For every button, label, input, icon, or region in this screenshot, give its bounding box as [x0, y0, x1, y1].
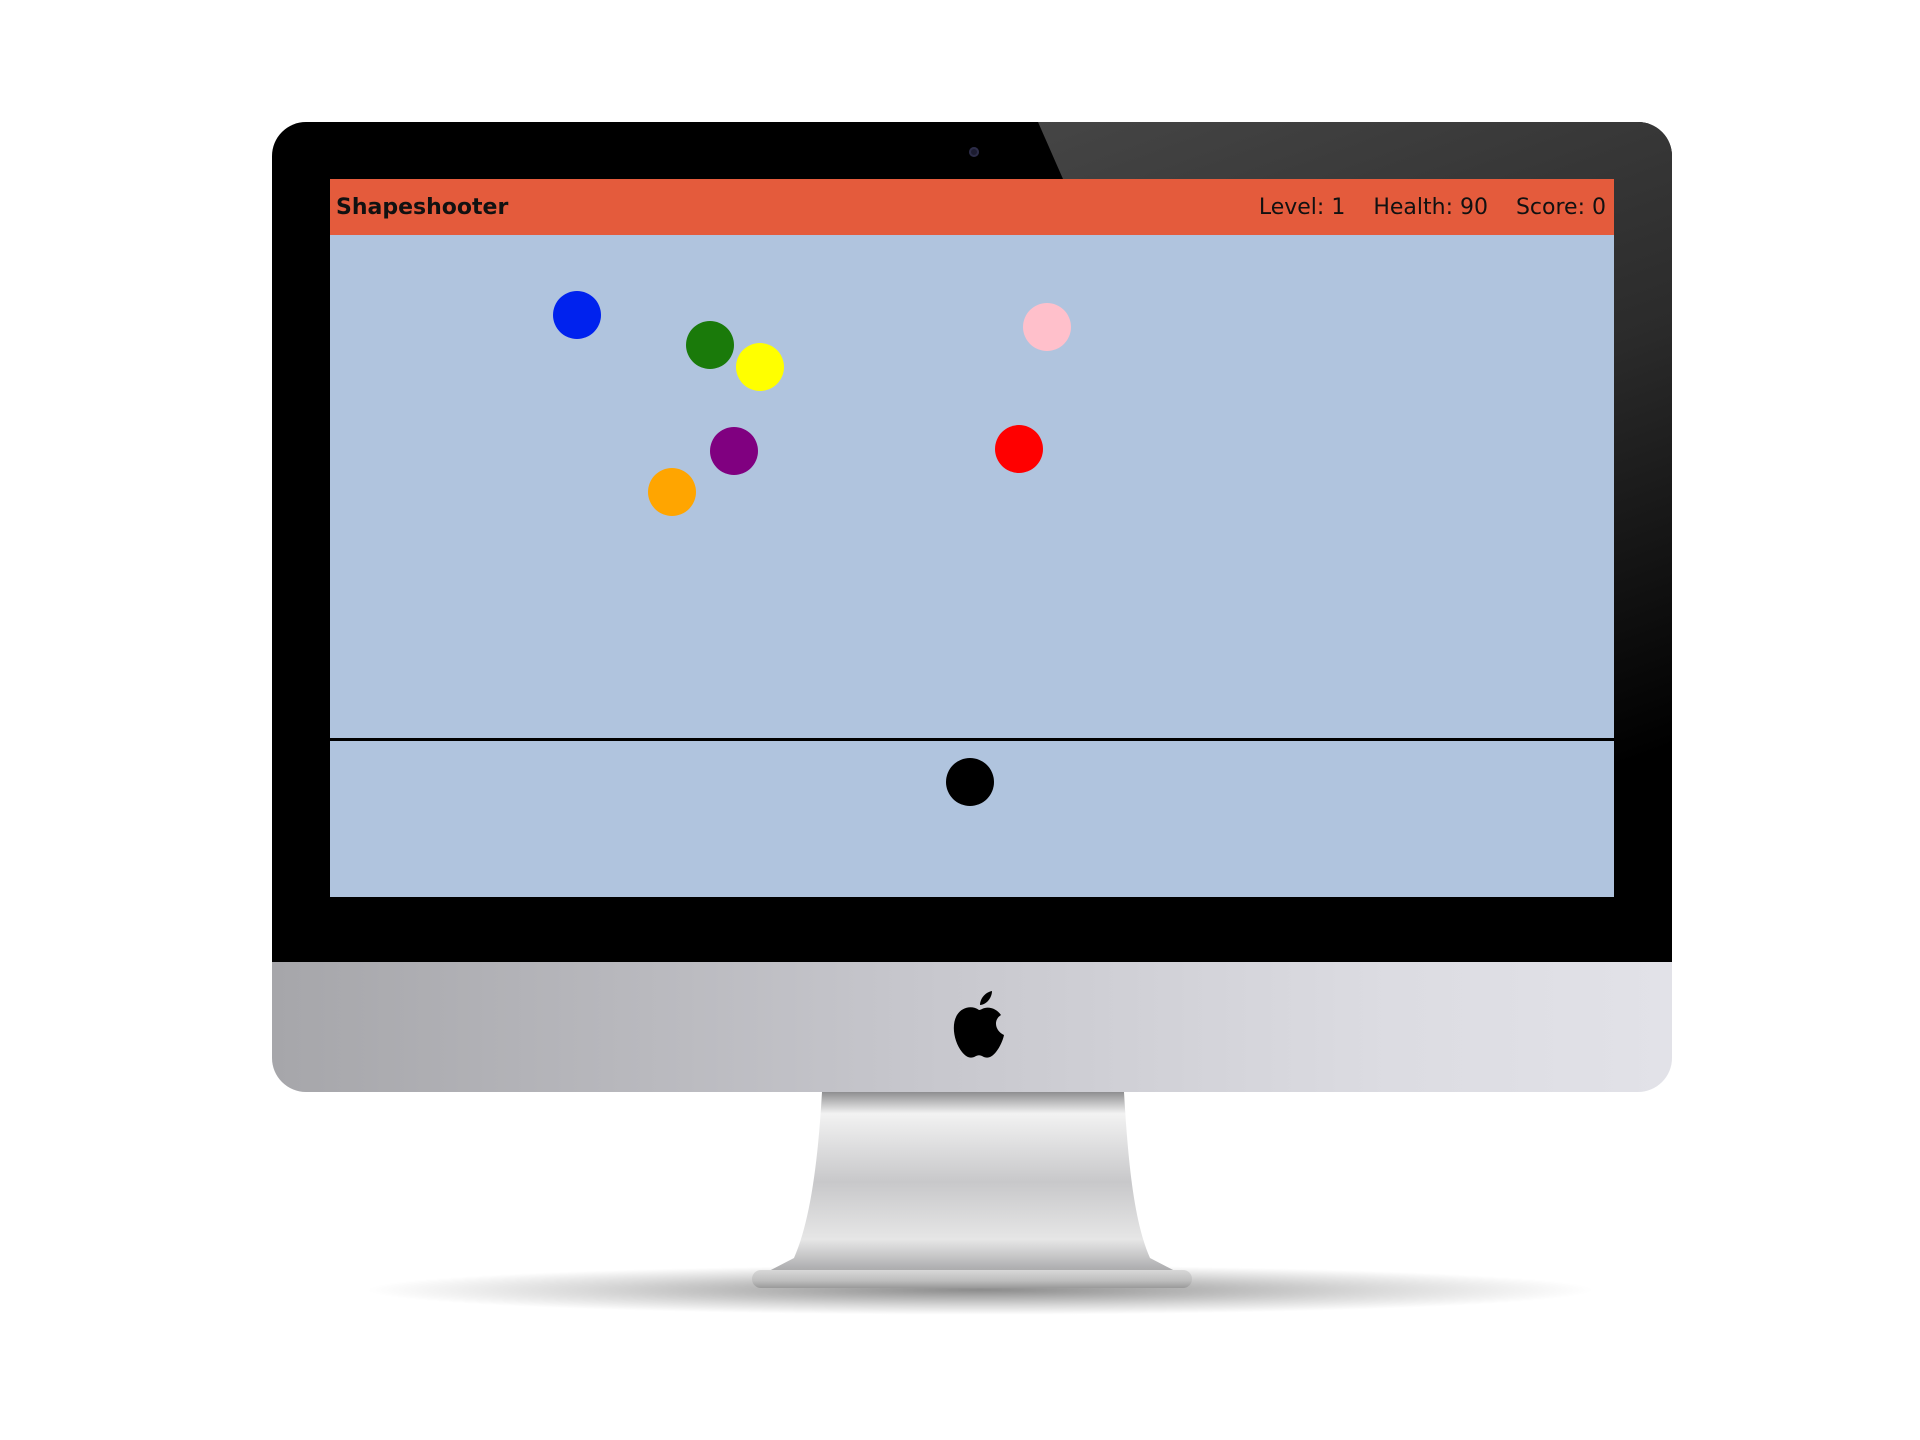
purple-shape[interactable]	[710, 427, 758, 475]
game-screen[interactable]: Shapeshooter Level: 1 Health: 90 Score: …	[330, 179, 1614, 897]
red-shape[interactable]	[995, 425, 1043, 473]
player-shooter[interactable]	[946, 758, 994, 806]
orange-shape[interactable]	[648, 468, 696, 516]
blue-shape[interactable]	[553, 291, 601, 339]
player-zone-divider	[330, 738, 1614, 741]
monitor-stand	[752, 1092, 1192, 1288]
score-indicator: Score: 0	[1515, 194, 1606, 220]
health-indicator: Health: 90	[1373, 194, 1488, 220]
monitor-bezel: Shapeshooter Level: 1 Health: 90 Score: …	[272, 122, 1672, 962]
webcam-icon	[969, 147, 979, 157]
pink-shape[interactable]	[1023, 303, 1071, 351]
game-title: Shapeshooter	[336, 194, 509, 220]
apple-logo-icon	[953, 991, 1004, 1058]
monitor-chin	[272, 962, 1672, 1092]
yellow-shape[interactable]	[736, 343, 784, 391]
green-shape[interactable]	[686, 321, 734, 369]
level-indicator: Level: 1	[1258, 194, 1346, 220]
game-stats: Level: 1 Health: 90 Score: 0	[1259, 195, 1606, 220]
game-header: Shapeshooter Level: 1 Health: 90 Score: …	[330, 179, 1614, 235]
